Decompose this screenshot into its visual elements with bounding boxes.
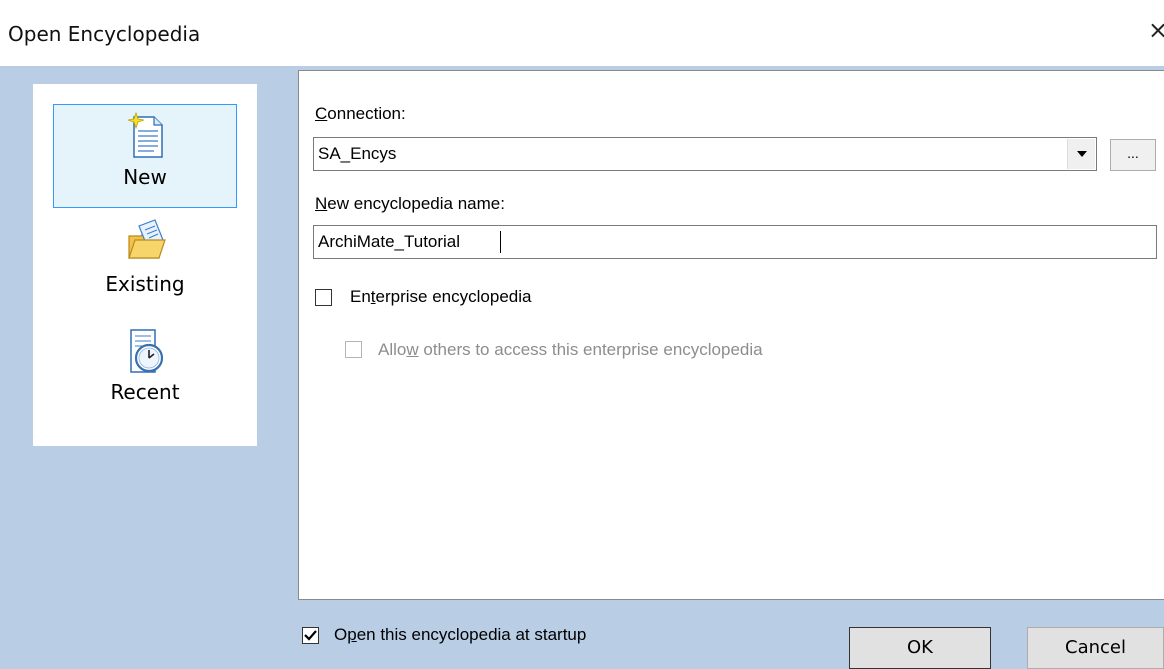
recent-clock-icon (130, 329, 164, 373)
connection-select[interactable]: SA_Encys (313, 137, 1097, 171)
nav-item-recent[interactable]: Recent (53, 320, 237, 424)
chevron-down-icon (1077, 151, 1087, 157)
nav-item-existing[interactable]: Existing (53, 212, 237, 316)
connection-value: SA_Encys (318, 144, 397, 163)
allow-others-checkbox[interactable] (345, 341, 362, 358)
encyclopedia-name-value: ArchiMate_Tutorial (318, 232, 461, 251)
encyclopedia-name-input[interactable]: ArchiMate_Tutorial (313, 225, 1157, 259)
enterprise-checkbox-label[interactable]: Enterprise encyclopedia (350, 287, 531, 307)
dropdown-arrow-button[interactable] (1067, 139, 1095, 169)
open-at-startup-checkbox[interactable] (302, 627, 319, 644)
nav-item-new[interactable]: New (53, 104, 237, 208)
close-icon[interactable]: × (1148, 18, 1164, 42)
new-document-icon (127, 111, 163, 158)
window-title: Open Encyclopedia (8, 22, 201, 46)
text-caret (500, 231, 501, 253)
encyclopedia-name-label: New encyclopedia name: (315, 194, 505, 213)
allow-others-checkbox-label: Allow others to access this enterprise e… (378, 340, 763, 359)
connection-label: Connection: (315, 104, 406, 123)
ok-button[interactable]: OK (849, 627, 991, 669)
browse-connection-button[interactable]: ... (1110, 139, 1156, 171)
nav-item-label: Existing (105, 272, 185, 296)
checkmark-icon (304, 630, 317, 641)
nav-item-label: Recent (110, 380, 180, 404)
open-at-startup-label[interactable]: Open this encyclopedia at startup (334, 625, 586, 645)
enterprise-checkbox[interactable] (315, 289, 332, 306)
open-folder-icon (128, 219, 166, 259)
encyclopedia-type-panel: New Existing Recent (33, 84, 257, 446)
nav-item-label: New (123, 165, 167, 189)
cancel-button[interactable]: Cancel (1027, 627, 1164, 669)
title-bar: Open Encyclopedia × (0, 0, 1164, 66)
